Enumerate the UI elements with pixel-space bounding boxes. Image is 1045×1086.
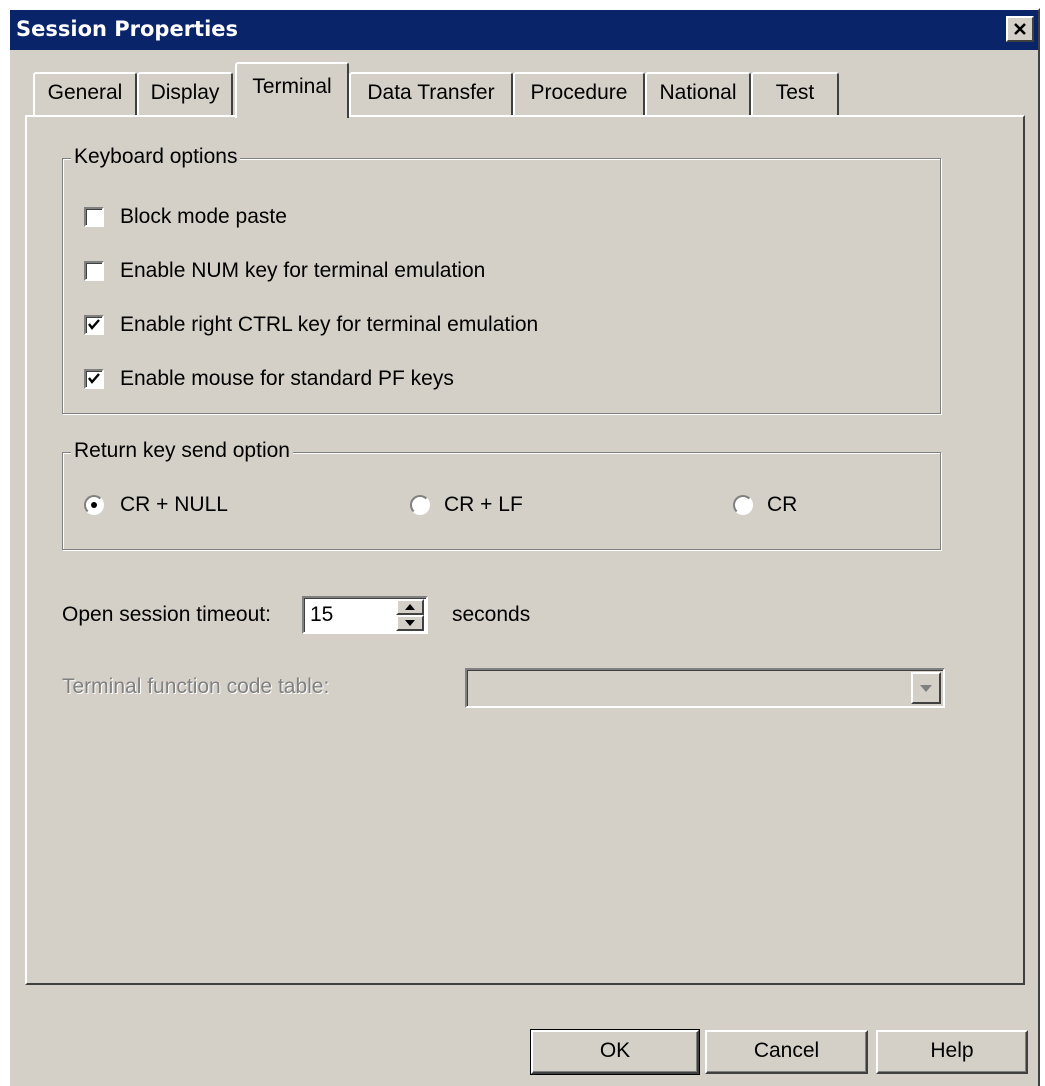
enable-mouse-pf-keys-label: Enable mouse for standard PF keys [120,367,454,390]
title-bar[interactable]: Session Properties [10,10,1038,50]
tab-label: Data Transfer [367,81,495,104]
block-mode-paste-checkbox[interactable] [84,207,104,227]
enable-num-key-label: Enable NUM key for terminal emulation [120,259,486,282]
tab-terminal[interactable]: Terminal [235,62,349,118]
cr-null-label: CR + NULL [120,493,228,516]
ok-button-label: OK [599,1039,631,1062]
checkmark-icon [88,319,100,330]
help-button[interactable]: Help [876,1030,1028,1074]
cr-radio[interactable] [733,495,753,515]
spin-down-button[interactable] [396,615,424,631]
close-icon [1014,23,1026,35]
tab-national[interactable]: National [645,72,751,116]
enable-right-ctrl-checkbox[interactable] [84,315,104,335]
tab-label: Test [775,81,815,104]
tab-test[interactable]: Test [751,72,839,116]
tab-display[interactable]: Display [137,72,233,116]
arrow-up-icon [405,604,415,610]
cancel-button[interactable]: Cancel [705,1030,868,1074]
timeout-label: Open session timeout: [62,603,271,626]
function-code-table-label: Terminal function code table: [62,675,330,698]
arrow-down-icon [405,620,415,626]
cr-lf-radio[interactable] [410,495,430,515]
tab-label: Display [150,81,220,104]
cancel-button-label: Cancel [753,1039,820,1062]
tab-label: Procedure [530,81,628,104]
cr-label: CR [767,493,798,516]
tab-label: General [47,81,123,104]
ok-button[interactable]: OK [530,1029,700,1075]
timeout-value[interactable]: 15 [310,602,333,628]
dropdown-button[interactable] [911,672,941,704]
close-button[interactable] [1006,16,1034,42]
window-title: Session Properties [16,17,239,41]
timeout-unit: seconds [452,603,531,626]
return-key-legend: Return key send option [71,438,293,464]
radio-selected-dot [91,502,97,508]
tab-label: National [659,81,737,104]
checkmark-icon [88,373,100,384]
function-code-table-select[interactable] [465,668,945,708]
enable-mouse-pf-keys-checkbox[interactable] [84,369,104,389]
tab-general[interactable]: General [33,72,137,116]
timeout-spinbox: 15 [302,596,428,634]
cr-lf-label: CR + LF [444,493,523,516]
tab-data-transfer[interactable]: Data Transfer [349,72,513,116]
help-button-label: Help [930,1039,974,1062]
spin-up-button[interactable] [396,599,424,615]
block-mode-paste-label: Block mode paste [120,205,287,228]
keyboard-options-legend: Keyboard options [71,144,241,170]
enable-right-ctrl-label: Enable right CTRL key for terminal emula… [120,313,539,336]
tab-procedure[interactable]: Procedure [513,72,645,116]
tab-label: Terminal [252,75,332,98]
cr-null-radio[interactable] [84,495,104,515]
chevron-down-icon [920,685,932,692]
enable-num-key-checkbox[interactable] [84,261,104,281]
